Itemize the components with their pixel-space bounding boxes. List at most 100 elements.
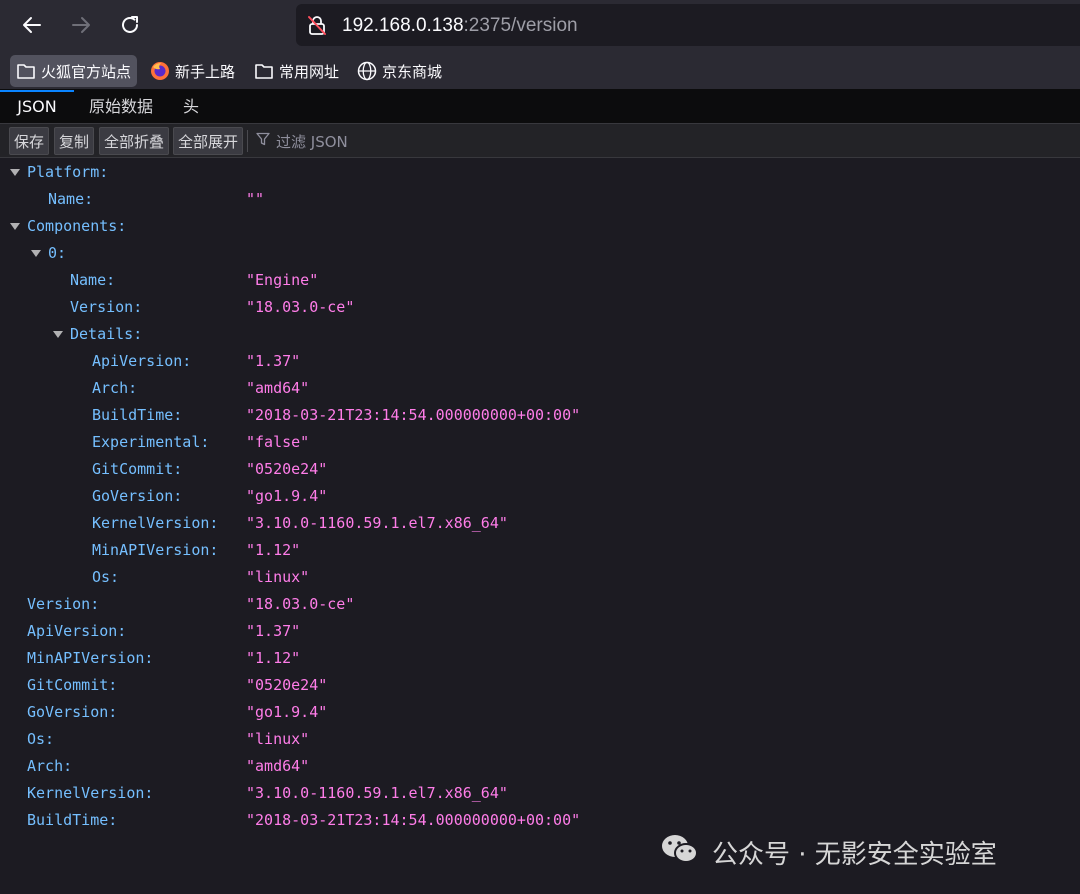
back-button[interactable] [16,8,48,42]
bookmark-label: 新手上路 [175,62,236,81]
json-value: "go1.9.4" [246,487,328,505]
filter-icon [256,132,270,150]
bookmark-label: 京东商城 [382,62,443,81]
json-row: GitCommit: "0520e24" [0,456,1080,483]
expand-toggle-icon[interactable] [10,223,20,230]
reload-button[interactable] [114,8,146,42]
json-key: KernelVersion: [27,784,154,802]
json-row: MinAPIVersion: "1.12" [0,537,1080,564]
json-value: "18.03.0-ce" [246,298,355,316]
json-key: Arch: [27,757,73,775]
bookmark-jd-mall[interactable]: 京东商城 [351,55,448,87]
folder-icon [254,61,274,81]
json-key: BuildTime: [92,406,183,424]
collapse-all-button[interactable]: 全部折叠 [99,127,170,155]
json-key: Details: [70,325,143,343]
url-text[interactable]: 192.168.0.138:2375/version [342,15,578,37]
json-value: "1.37" [246,352,301,370]
json-row: GoVersion: "go1.9.4" [0,483,1080,510]
expand-toggle-icon[interactable] [31,250,41,257]
json-value: "0520e24" [246,676,328,694]
json-value: "go1.9.4" [246,703,328,721]
json-row: Arch: "amd64" [0,753,1080,780]
json-row-platform[interactable]: Platform: [0,159,1080,186]
json-key: GoVersion: [27,703,118,721]
json-key: GitCommit: [92,460,183,478]
json-key: MinAPIVersion: [27,649,154,667]
json-row: GoVersion: "go1.9.4" [0,699,1080,726]
json-row: Os: "linux" [0,564,1080,591]
tab-json[interactable]: JSON [0,90,74,124]
json-key: ApiVersion: [92,352,192,370]
url-host: 192.168.0.138 [342,15,464,36]
expand-toggle-icon[interactable] [53,331,63,338]
json-value: "3.10.0-1160.59.1.el7.x86_64" [246,514,508,532]
tab-headers[interactable]: 头 [172,90,210,124]
json-key: MinAPIVersion: [92,541,219,559]
json-row-component-0[interactable]: 0: [0,240,1080,267]
bookmark-common-sites[interactable]: 常用网址 [248,55,345,87]
viewer-tabs: JSON 原始数据 头 [0,90,1080,124]
folder-icon [16,61,36,81]
json-value: "3.10.0-1160.59.1.el7.x86_64" [246,784,508,802]
json-row: Arch: "amd64" [0,375,1080,402]
json-key: Os: [27,730,55,748]
json-toolbar: 保存 复制 全部折叠 全部展开 过滤 JSON [0,124,1080,158]
json-row: Os: "linux" [0,726,1080,753]
tab-raw-data[interactable]: 原始数据 [78,90,164,124]
bookmarks-bar: 火狐官方站点 新手上路 常用网址 京东商城 [0,52,1080,90]
json-row: Name: "" [0,186,1080,213]
json-key: GoVersion: [92,487,183,505]
globe-icon [357,61,377,81]
arrow-left-icon [23,17,41,33]
json-row: Name: "Engine" [0,267,1080,294]
json-row-components[interactable]: Components: [0,213,1080,240]
json-value: "2018-03-21T23:14:54.000000000+00:00" [246,406,581,424]
json-row: MinAPIVersion: "1.12" [0,645,1080,672]
json-key: Arch: [92,379,138,397]
bookmark-firefox-official[interactable]: 火狐官方站点 [10,55,138,87]
watermark: 公众号 · 无影安全实验室 [660,832,997,872]
json-row-details[interactable]: Details: [0,321,1080,348]
insecure-lock-icon[interactable] [306,14,328,40]
json-key: KernelVersion: [92,514,219,532]
expand-all-button[interactable]: 全部展开 [173,127,244,155]
json-row: ApiVersion: "1.37" [0,618,1080,645]
json-key: 0: [48,244,67,262]
json-key: Experimental: [92,433,210,451]
filter-json-input[interactable]: 过滤 JSON [256,129,348,153]
toolbar-divider [247,130,248,152]
json-value: "1.12" [246,541,301,559]
json-key: Name: [48,190,94,208]
json-value: "" [246,190,265,208]
json-row: Version: "18.03.0-ce" [0,294,1080,321]
save-button[interactable]: 保存 [9,127,50,155]
json-value: "1.37" [246,622,301,640]
expand-toggle-icon[interactable] [10,169,20,176]
reload-icon [122,16,138,33]
json-key: Version: [27,595,100,613]
json-key: Os: [92,568,120,586]
json-row: ApiVersion: "1.37" [0,348,1080,375]
json-row: BuildTime: "2018-03-21T23:14:54.00000000… [0,402,1080,429]
wechat-icon [660,832,700,873]
watermark-text: 公众号 · 无影安全实验室 [712,839,997,870]
json-key: Name: [70,271,116,289]
json-key: GitCommit: [27,676,118,694]
json-value: "linux" [246,730,310,748]
navigation-bar: 192.168.0.138:2375/version [0,0,1080,52]
json-row: Version: "18.03.0-ce" [0,591,1080,618]
url-path: :2375/version [463,15,578,36]
json-key: Components: [27,217,127,235]
url-bar[interactable]: 192.168.0.138:2375/version [296,4,1080,46]
json-key: BuildTime: [27,811,118,829]
json-value: "false" [246,433,310,451]
json-value: "0520e24" [246,460,328,478]
json-value: "1.12" [246,649,301,667]
arrow-right-icon [72,17,90,33]
forward-button[interactable] [65,8,97,42]
bookmark-getting-started[interactable]: 新手上路 [144,55,241,87]
json-key: Platform: [27,163,109,181]
copy-button[interactable]: 复制 [54,127,95,155]
json-row: GitCommit: "0520e24" [0,672,1080,699]
